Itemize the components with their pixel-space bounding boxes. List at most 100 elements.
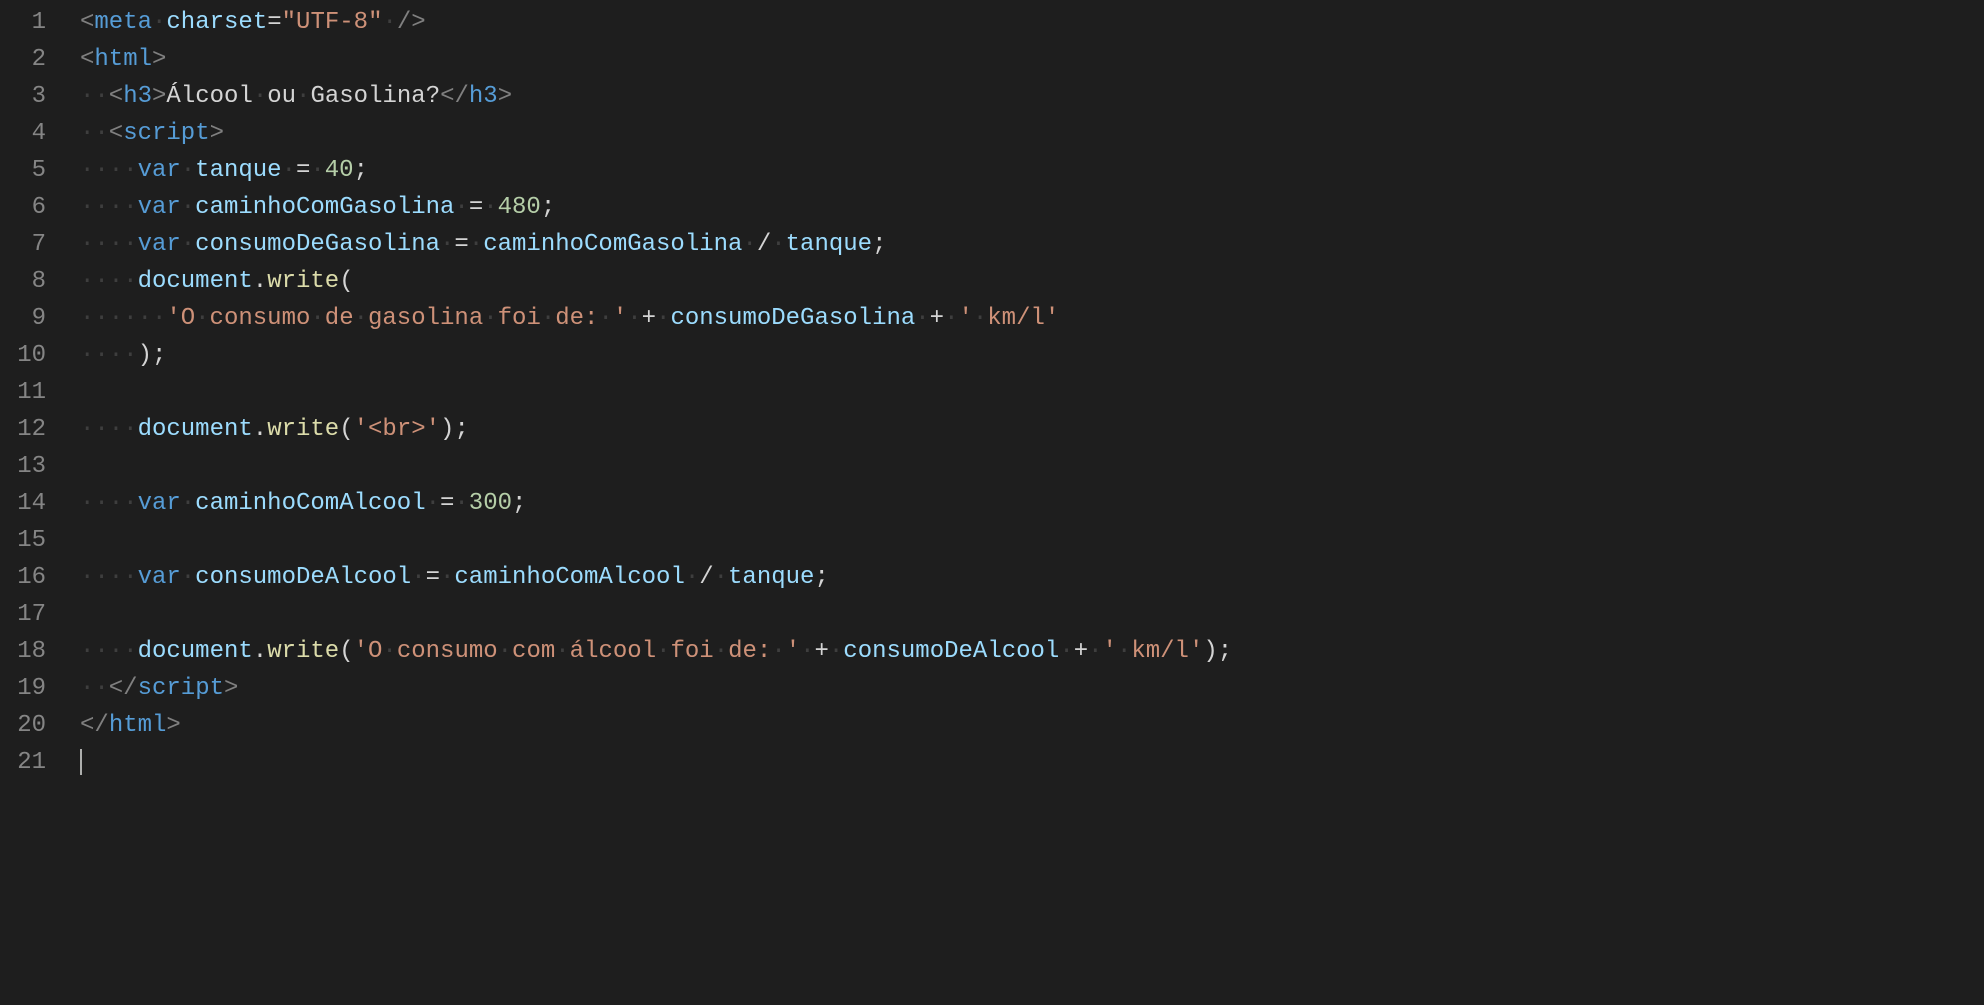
token-text: · bbox=[469, 231, 483, 258]
code-line[interactable] bbox=[66, 448, 1984, 485]
code-line[interactable]: ····var·tanque·=·40; bbox=[66, 152, 1984, 189]
token-text: · bbox=[181, 490, 195, 517]
token-op: + bbox=[930, 305, 944, 332]
token-num: 300 bbox=[469, 490, 512, 517]
token-op: = bbox=[440, 490, 454, 517]
token-op: = bbox=[296, 157, 310, 184]
token-op: = bbox=[267, 9, 281, 36]
token-punc: . bbox=[253, 268, 267, 295]
token-tag: h3 bbox=[469, 83, 498, 110]
code-line[interactable]: ····document.write( bbox=[66, 263, 1984, 300]
token-tag: meta bbox=[94, 9, 152, 36]
token-var: tanque bbox=[786, 231, 872, 258]
line-number: 14 bbox=[0, 485, 46, 522]
token-lit: '·km/l' bbox=[1103, 638, 1204, 665]
code-line[interactable]: ······'O·consumo·de·gasolina·foi·de:·'·+… bbox=[66, 300, 1984, 337]
code-line[interactable]: ····var·caminhoComGasolina·=·480; bbox=[66, 189, 1984, 226]
token-punc: ; bbox=[814, 564, 828, 591]
token-text: · bbox=[714, 564, 728, 591]
token-brk: > bbox=[224, 675, 238, 702]
token-text: · bbox=[152, 9, 166, 36]
token-brk: < bbox=[80, 46, 94, 73]
code-line[interactable]: ····var·consumoDeAlcool·=·caminhoComAlco… bbox=[66, 559, 1984, 596]
code-area[interactable]: <meta·charset="UTF-8"·/><html>··<h3>Álco… bbox=[66, 0, 1984, 1005]
token-num: 480 bbox=[498, 194, 541, 221]
token-text: · bbox=[829, 638, 843, 665]
token-punc: . bbox=[253, 638, 267, 665]
token-punc: ( bbox=[339, 638, 353, 665]
code-line[interactable] bbox=[66, 744, 1984, 781]
token-obj: document bbox=[138, 416, 253, 443]
token-lit: '·km/l' bbox=[958, 305, 1059, 332]
token-text: · bbox=[426, 490, 440, 517]
token-brk: > bbox=[210, 120, 224, 147]
token-punc: ; bbox=[1218, 638, 1232, 665]
code-line[interactable] bbox=[66, 522, 1984, 559]
code-line[interactable]: ····var·caminhoComAlcool·=·300; bbox=[66, 485, 1984, 522]
token-var: caminhoComGasolina bbox=[483, 231, 742, 258]
token-text: · bbox=[656, 305, 670, 332]
token-text: · bbox=[771, 231, 785, 258]
code-line[interactable]: ··<h3>Álcool·ou·Gasolina?</h3> bbox=[66, 78, 1984, 115]
token-text: · bbox=[627, 305, 641, 332]
token-str: "UTF-8" bbox=[282, 9, 383, 36]
token-punc: ; bbox=[872, 231, 886, 258]
code-line[interactable]: ····document.write('O·consumo·com·álcool… bbox=[66, 633, 1984, 670]
token-attr: charset bbox=[166, 9, 267, 36]
code-line[interactable]: </html> bbox=[66, 707, 1984, 744]
line-number: 9 bbox=[0, 300, 46, 337]
token-tag: script bbox=[138, 675, 224, 702]
token-brk: </ bbox=[80, 712, 109, 739]
token-var: consumoDeGasolina bbox=[195, 231, 440, 258]
token-text: · bbox=[181, 564, 195, 591]
token-func: write bbox=[267, 416, 339, 443]
token-var: caminhoComAlcool bbox=[454, 564, 684, 591]
code-line[interactable] bbox=[66, 374, 1984, 411]
code-line[interactable]: ··<script> bbox=[66, 115, 1984, 152]
token-brk: </ bbox=[109, 675, 138, 702]
token-var: caminhoComAlcool bbox=[195, 490, 425, 517]
code-line[interactable]: <html> bbox=[66, 41, 1984, 78]
token-punc: ( bbox=[339, 416, 353, 443]
token-text: · bbox=[454, 194, 468, 221]
code-line[interactable]: ····var·consumoDeGasolina·=·caminhoComGa… bbox=[66, 226, 1984, 263]
token-text: · bbox=[685, 564, 699, 591]
code-editor: 123456789101112131415161718192021 <meta·… bbox=[0, 0, 1984, 1005]
token-brk: /> bbox=[397, 9, 426, 36]
line-number: 2 bbox=[0, 41, 46, 78]
code-line[interactable]: ··</script> bbox=[66, 670, 1984, 707]
token-text: · bbox=[1088, 638, 1102, 665]
token-punc: ; bbox=[152, 342, 166, 369]
token-op: = bbox=[454, 231, 468, 258]
token-kw: var bbox=[138, 490, 181, 517]
line-number: 19 bbox=[0, 670, 46, 707]
token-text: · bbox=[181, 194, 195, 221]
token-tag: h3 bbox=[123, 83, 152, 110]
line-number: 12 bbox=[0, 411, 46, 448]
token-text: Álcool·ou·Gasolina? bbox=[166, 83, 440, 110]
code-line[interactable]: ····); bbox=[66, 337, 1984, 374]
token-punc: ) bbox=[138, 342, 152, 369]
token-tag: html bbox=[94, 46, 152, 73]
token-brk: > bbox=[152, 46, 166, 73]
line-number: 4 bbox=[0, 115, 46, 152]
token-punc: ; bbox=[454, 416, 468, 443]
line-number: 11 bbox=[0, 374, 46, 411]
token-var: consumoDeGasolina bbox=[670, 305, 915, 332]
code-line[interactable] bbox=[66, 596, 1984, 633]
token-text: · bbox=[282, 157, 296, 184]
code-line[interactable]: ····document.write('<br>'); bbox=[66, 411, 1984, 448]
token-text: · bbox=[440, 231, 454, 258]
token-var: caminhoComGasolina bbox=[195, 194, 454, 221]
line-number: 1 bbox=[0, 4, 46, 41]
code-line[interactable]: <meta·charset="UTF-8"·/> bbox=[66, 4, 1984, 41]
line-number-gutter: 123456789101112131415161718192021 bbox=[0, 0, 66, 1005]
token-text: · bbox=[1059, 638, 1073, 665]
token-kw: var bbox=[138, 157, 181, 184]
token-brk: < bbox=[109, 120, 123, 147]
token-text: · bbox=[440, 564, 454, 591]
token-obj: document bbox=[138, 638, 253, 665]
line-number: 7 bbox=[0, 226, 46, 263]
token-text: · bbox=[382, 9, 396, 36]
token-tag: html bbox=[109, 712, 167, 739]
